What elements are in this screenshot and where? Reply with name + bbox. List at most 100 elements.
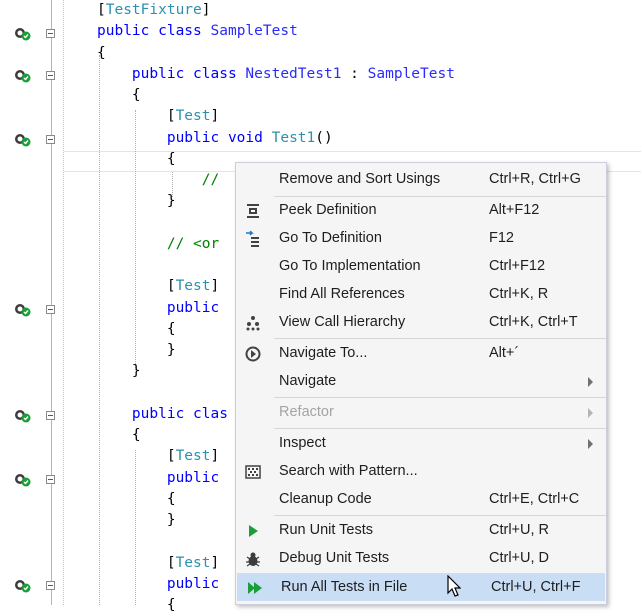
menu-item-label: Go To Implementation (279, 258, 421, 274)
code-line[interactable]: // (97, 170, 219, 191)
code-token: } (97, 363, 141, 379)
code-line[interactable]: public (97, 298, 219, 319)
code-token: public (97, 300, 220, 316)
menu-item-find-all-references[interactable]: Find All References Ctrl+K, R (236, 281, 606, 309)
menu-item-shortcut: Ctrl+R, Ctrl+G (489, 171, 581, 187)
navigate-to-icon (245, 346, 261, 362)
code-token: Test (175, 108, 211, 124)
code-token: [ (97, 555, 176, 571)
fold-toggle[interactable] (46, 475, 55, 484)
code-token: public class (97, 66, 246, 82)
code-line[interactable]: public (97, 468, 219, 489)
unit-test-pass-icon[interactable] (14, 133, 32, 147)
menu-item-shortcut: Ctrl+K, Ctrl+T (489, 314, 578, 330)
menu-item-search-with-pattern[interactable]: Search with Pattern... (236, 458, 606, 486)
unit-test-pass-icon[interactable] (14, 473, 32, 487)
menu-item-label: Search with Pattern... (279, 463, 418, 479)
code-line[interactable]: } (97, 510, 176, 531)
code-token: SampleTest (367, 66, 455, 82)
code-line[interactable]: { (97, 85, 141, 106)
menu-item-remove-sort-usings[interactable]: Remove and Sort Usings Ctrl+R, Ctrl+G (236, 166, 606, 194)
code-line[interactable]: [Test] (97, 553, 219, 574)
code-token: [ (97, 448, 176, 464)
code-line[interactable]: } (97, 340, 176, 361)
code-line[interactable]: // <or (97, 234, 219, 255)
run-tests-icon (249, 525, 258, 537)
menu-item-navigate-to[interactable]: Navigate To... Alt+´ (236, 340, 606, 368)
code-line[interactable]: public (97, 574, 219, 595)
code-token: { (97, 597, 176, 613)
fold-toggle[interactable] (46, 29, 55, 38)
code-line[interactable]: [Test] (97, 446, 219, 467)
unit-test-pass-icon[interactable] (14, 579, 32, 593)
code-token: [ (97, 108, 176, 124)
fold-toggle[interactable] (46, 581, 55, 590)
menu-item-refactor[interactable]: Refactor (236, 399, 606, 427)
menu-item-label: Go To Definition (279, 230, 382, 246)
menu-item-label: Debug Unit Tests (279, 550, 390, 566)
context-menu: Remove and Sort Usings Ctrl+R, Ctrl+G Pe… (235, 162, 607, 605)
menu-separator (274, 338, 606, 339)
menu-item-label: Navigate To... (279, 345, 368, 361)
code-line[interactable]: { (97, 149, 176, 170)
code-line[interactable]: } (97, 361, 141, 382)
code-line[interactable]: } (97, 191, 176, 212)
code-token: : (341, 66, 368, 82)
menu-item-go-to-implementation[interactable]: Go To Implementation Ctrl+F12 (236, 253, 606, 281)
menu-item-label: Run Unit Tests (279, 522, 374, 538)
code-line[interactable]: public void Test1() (97, 128, 333, 149)
menu-item-cleanup-code[interactable]: Cleanup Code Ctrl+E, Ctrl+C (236, 486, 606, 514)
submenu-arrow-icon (588, 439, 593, 449)
fold-toggle[interactable] (46, 135, 55, 144)
code-token: { (97, 321, 176, 337)
menu-item-inspect[interactable]: Inspect (236, 430, 606, 458)
menu-item-peek-definition[interactable]: Peek Definition Alt+F12 (236, 197, 606, 225)
code-token: Test (175, 278, 211, 294)
code-token: { (97, 427, 141, 443)
fold-toggle[interactable] (46, 411, 55, 420)
code-token: [ (97, 2, 106, 18)
search-pattern-icon (245, 465, 261, 479)
code-token: Test (175, 555, 211, 571)
submenu-arrow-icon (588, 408, 593, 418)
code-line[interactable]: { (97, 319, 176, 340)
menu-item-navigate[interactable]: Navigate (236, 368, 606, 396)
debug-bug-icon (246, 552, 260, 567)
go-to-definition-icon (246, 231, 259, 247)
code-line[interactable]: { (97, 425, 141, 446)
outline-line (51, 0, 52, 605)
menu-item-debug-unit-tests[interactable]: Debug Unit Tests Ctrl+U, D (236, 545, 606, 573)
submenu-arrow-icon (588, 377, 593, 387)
menu-item-go-to-definition[interactable]: Go To Definition F12 (236, 225, 606, 253)
code-line[interactable]: { (97, 43, 106, 64)
menu-item-run-all-tests-in-file[interactable]: Run All Tests in File Ctrl+U, Ctrl+F (237, 573, 605, 601)
code-line[interactable]: { (97, 595, 176, 616)
code-line[interactable]: { (97, 489, 176, 510)
peek-definition-icon (247, 204, 259, 218)
code-token: () (315, 130, 333, 146)
fold-toggle[interactable] (46, 71, 55, 80)
unit-test-pass-icon[interactable] (14, 69, 32, 83)
code-token: public class (97, 23, 211, 39)
code-token: { (97, 45, 106, 61)
unit-test-pass-icon[interactable] (14, 409, 32, 423)
menu-item-view-call-hierarchy[interactable]: View Call Hierarchy Ctrl+K, Ctrl+T (236, 309, 606, 337)
code-line[interactable]: public class NestedTest1 : SampleTest (97, 64, 455, 85)
code-line[interactable]: [Test] (97, 276, 219, 297)
code-token: NestedTest1 (245, 66, 342, 82)
unit-test-pass-icon[interactable] (14, 27, 32, 41)
code-token: } (97, 193, 176, 209)
menu-item-run-unit-tests[interactable]: Run Unit Tests Ctrl+U, R (236, 517, 606, 545)
code-line[interactable]: [Test] (97, 106, 219, 127)
unit-test-pass-icon[interactable] (14, 303, 32, 317)
menu-item-label: Cleanup Code (279, 491, 372, 507)
code-line[interactable]: [TestFixture] (97, 0, 211, 21)
code-token: SampleTest (210, 23, 298, 39)
code-line[interactable]: public class SampleTest (97, 21, 298, 42)
menu-separator (274, 428, 606, 429)
call-hierarchy-icon (246, 316, 260, 331)
fold-toggle[interactable] (46, 305, 55, 314)
code-line[interactable]: public clas (97, 404, 228, 425)
menu-item-label: Remove and Sort Usings (279, 171, 441, 187)
code-token: public (97, 576, 220, 592)
